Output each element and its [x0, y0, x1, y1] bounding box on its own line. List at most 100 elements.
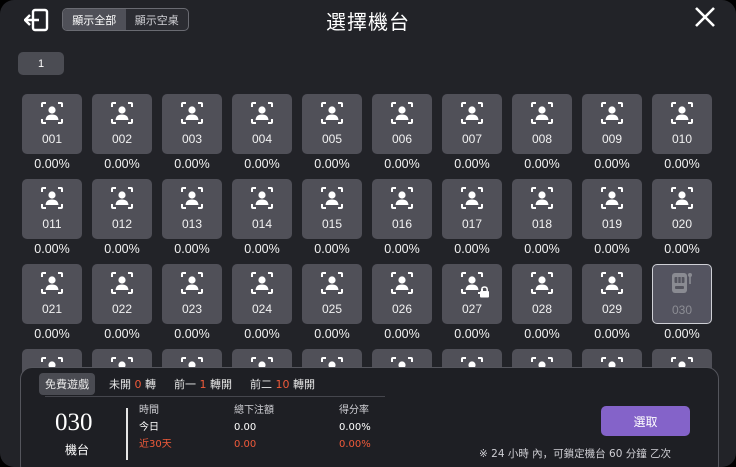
machine-number: 022 [111, 302, 133, 316]
machine-item: 028 0.00% [512, 264, 572, 349]
machine-card[interactable]: 008 [512, 94, 572, 154]
machine-rate: 0.00% [104, 157, 140, 171]
exit-icon[interactable] [24, 8, 50, 32]
machine-rate: 0.00% [314, 242, 350, 256]
prev2-count: 10 [275, 378, 290, 391]
select-button[interactable]: 選取 [601, 406, 690, 436]
rate-column: 得分率 0.00% 0.00% [339, 406, 371, 457]
seat-user-icon [390, 271, 414, 295]
machine-number: 014 [251, 217, 273, 231]
page-button[interactable]: 1 [18, 52, 64, 75]
seat-user-icon [180, 101, 204, 125]
machine-rate: 0.00% [524, 157, 560, 171]
machine-card[interactable]: 002 [92, 94, 152, 154]
machine-number: 027 [461, 302, 483, 316]
machine-rate: 0.00% [244, 242, 280, 256]
filter-toggle: 顯示全部 顯示空桌 [62, 8, 189, 31]
show-all-option[interactable]: 顯示全部 [63, 9, 126, 30]
machine-card[interactable]: 013 [162, 179, 222, 239]
machine-item: 001 0.00% [22, 94, 82, 179]
machine-card[interactable]: 009 [582, 94, 642, 154]
tab-prev2[interactable]: 前二 10 轉開 [250, 376, 315, 392]
machine-card[interactable]: 017 [442, 179, 502, 239]
machine-card[interactable]: 005 [302, 94, 362, 154]
machine-card[interactable]: 004 [232, 94, 292, 154]
machine-card[interactable]: 015 [302, 179, 362, 239]
machine-card[interactable]: 030 [652, 264, 712, 324]
seat-user-icon [530, 101, 554, 125]
machine-number: 020 [671, 217, 693, 231]
today-label: 今日 [139, 422, 159, 433]
machine-card[interactable]: 023 [162, 264, 222, 324]
machine-card[interactable]: 025 [302, 264, 362, 324]
machine-rate: 0.00% [384, 157, 420, 171]
machine-item: 018 0.00% [512, 179, 572, 264]
info-panel: 免費遊戲 未開 0 轉 前一 1 轉開 前二 10 轉開 030 機台 時間 今… [20, 367, 719, 467]
machine-card[interactable]: 006 [372, 94, 432, 154]
seat-user-icon [180, 271, 204, 295]
machine-number: 011 [42, 217, 62, 231]
machine-card[interactable]: 022 [92, 264, 152, 324]
machine-card[interactable]: 012 [92, 179, 152, 239]
machine-item: 006 0.00% [372, 94, 432, 179]
time-column: 時間 今日 近30天 [139, 406, 172, 457]
prev1-label: 前一 [174, 378, 196, 391]
seat-user-icon [40, 186, 64, 210]
tab-unopened[interactable]: 未開 0 轉 [109, 376, 156, 392]
machine-card[interactable]: 027 [442, 264, 502, 324]
seat-user-icon [40, 271, 64, 295]
machine-rate: 0.00% [174, 242, 210, 256]
machine-number: 016 [391, 217, 413, 231]
machine-card[interactable]: 016 [372, 179, 432, 239]
seat-user-icon [110, 186, 134, 210]
seat-user-icon [600, 271, 624, 295]
today-bet: 0.00 [234, 422, 257, 433]
machine-item: 021 0.00% [22, 264, 82, 349]
machine-number: 025 [321, 302, 343, 316]
machine-number: 023 [181, 302, 203, 316]
machine-item: 002 0.00% [92, 94, 152, 179]
machine-rate: 0.00% [314, 327, 350, 341]
seat-user-icon [320, 101, 344, 125]
machine-rate: 0.00% [664, 157, 700, 171]
machine-number: 029 [601, 302, 623, 316]
seat-user-icon [390, 186, 414, 210]
machine-card[interactable]: 018 [512, 179, 572, 239]
machine-rate: 0.00% [244, 157, 280, 171]
machine-card[interactable]: 001 [22, 94, 82, 154]
machine-card[interactable]: 029 [582, 264, 642, 324]
bet-header: 總下注額 [234, 405, 274, 416]
machine-card[interactable]: 019 [582, 179, 642, 239]
machine-number: 030 [671, 303, 693, 317]
machine-item: 025 0.00% [302, 264, 362, 349]
machine-card[interactable]: 024 [232, 264, 292, 324]
seat-user-icon [250, 101, 274, 125]
machine-rate: 0.00% [384, 242, 420, 256]
unopened-count: 0 [134, 378, 142, 391]
unopened-unit: 轉 [145, 378, 156, 391]
show-empty-option[interactable]: 顯示空桌 [126, 9, 189, 30]
machine-item: 020 0.00% [652, 179, 712, 264]
machine-card[interactable]: 021 [22, 264, 82, 324]
seat-user-icon [250, 271, 274, 295]
selected-machine-label: 機台 [65, 443, 90, 457]
seat-user-icon [600, 101, 624, 125]
tab-prev1[interactable]: 前一 1 轉開 [174, 376, 232, 392]
machine-card[interactable]: 026 [372, 264, 432, 324]
machine-number: 007 [461, 132, 483, 146]
machine-rate: 0.00% [454, 327, 490, 341]
machine-card[interactable]: 007 [442, 94, 502, 154]
machine-card[interactable]: 014 [232, 179, 292, 239]
bet-column: 總下注額 0.00 0.00 [234, 406, 274, 457]
machine-card[interactable]: 003 [162, 94, 222, 154]
machine-card[interactable]: 020 [652, 179, 712, 239]
tab-free-game[interactable]: 免費遊戲 [39, 373, 95, 395]
machine-card[interactable]: 028 [512, 264, 572, 324]
machine-item: 012 0.00% [92, 179, 152, 264]
machine-card[interactable]: 010 [652, 94, 712, 154]
seat-user-icon [110, 271, 134, 295]
machine-card[interactable]: 011 [22, 179, 82, 239]
close-icon[interactable] [694, 6, 716, 28]
unopened-label: 未開 [109, 378, 131, 391]
seat-user-icon [110, 101, 134, 125]
